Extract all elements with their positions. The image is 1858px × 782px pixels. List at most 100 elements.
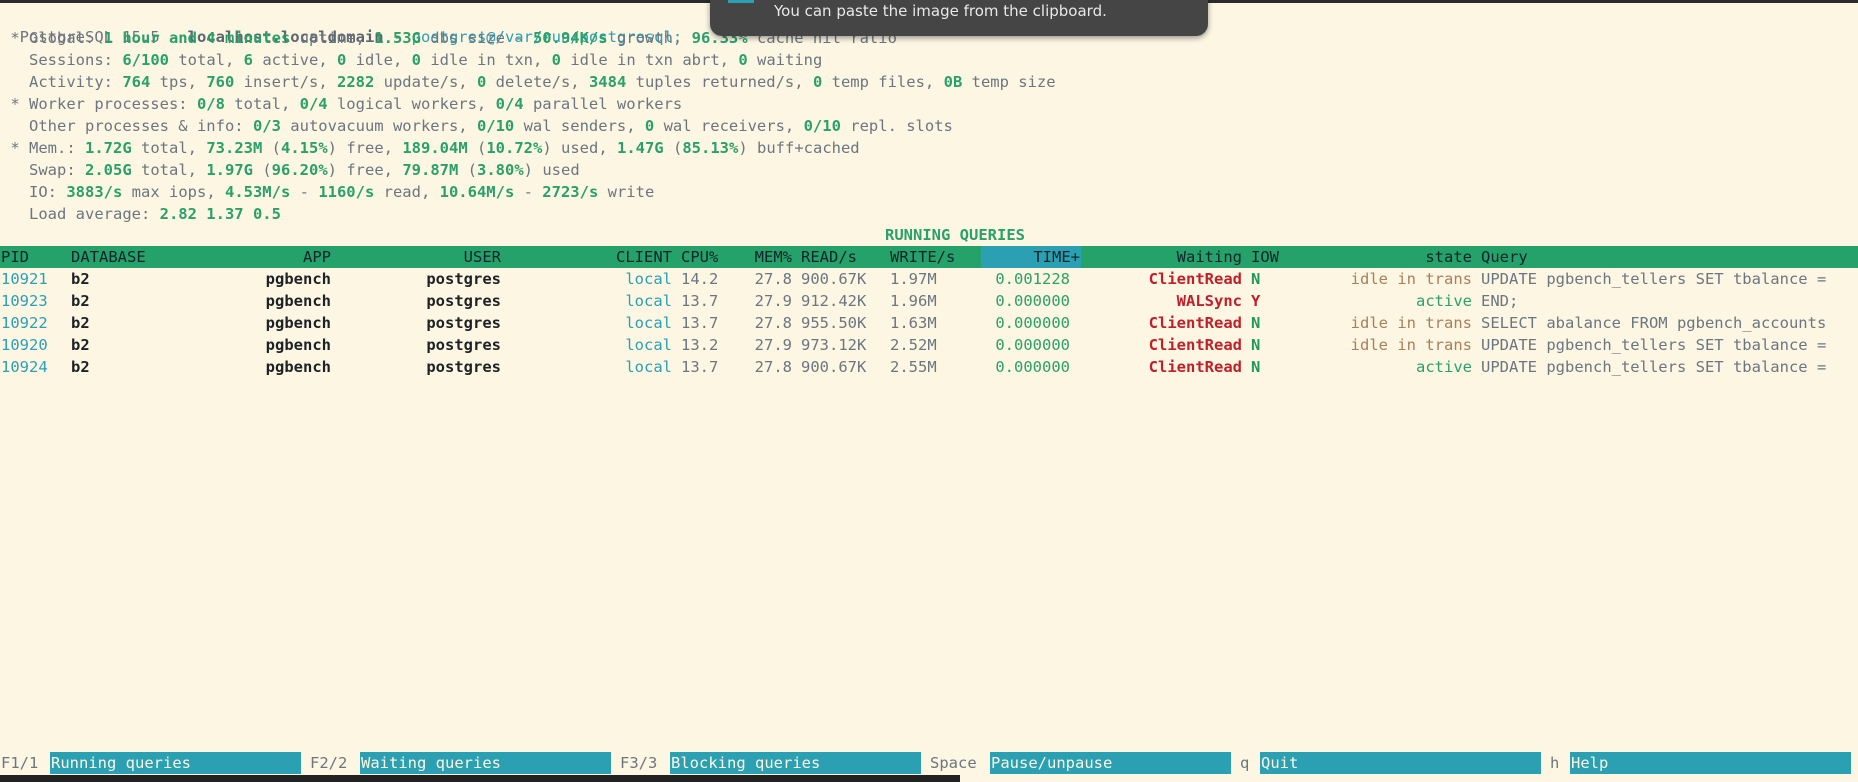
table-row[interactable]: 10924 b2 pgbench postgres local 13.7 27.… bbox=[0, 356, 1858, 378]
waiting: ClientRead bbox=[1148, 314, 1242, 332]
col-query[interactable]: Query bbox=[1481, 246, 1528, 268]
mem-free: 73.23M bbox=[206, 139, 263, 157]
swap-line: Swap: 2.05G total, 1.97G (96.20%) free, … bbox=[1, 159, 580, 181]
label: wal senders, bbox=[514, 117, 645, 135]
swap-free: 1.97G bbox=[206, 161, 253, 179]
query: UPDATE pgbench_tellers SET tbalance = bbox=[1481, 270, 1827, 288]
col-database[interactable]: DATABASE bbox=[71, 246, 146, 268]
function-key-bar: F1/1 Running queries F2/2 Waiting querie… bbox=[0, 752, 1858, 774]
user: postgres bbox=[426, 270, 501, 288]
app: pgbench bbox=[265, 358, 331, 376]
col-app[interactable]: APP bbox=[200, 246, 331, 268]
label: ( bbox=[253, 161, 272, 179]
wal-receivers-value: 0 bbox=[644, 117, 655, 135]
state: active bbox=[1416, 358, 1472, 376]
swap-used-pct: 3.80% bbox=[477, 161, 524, 179]
sessions-line: Sessions: 6/100 total, 6 active, 0 idle,… bbox=[1, 49, 822, 71]
f1-key: F1/1 bbox=[1, 754, 39, 772]
col-read[interactable]: READ/s bbox=[801, 246, 857, 268]
label: waiting bbox=[747, 51, 823, 69]
label: ( bbox=[467, 139, 487, 157]
label: total, bbox=[169, 51, 244, 69]
notification-icon bbox=[728, 0, 754, 3]
activity-line: Activity: 764 tps, 760 insert/s, 2282 up… bbox=[1, 71, 1056, 93]
time: 0.000000 bbox=[995, 336, 1070, 354]
user: postgres bbox=[426, 358, 501, 376]
label: uptime, bbox=[290, 29, 375, 47]
app: pgbench bbox=[265, 314, 331, 332]
write-bandwidth: 10.64M/s bbox=[439, 183, 515, 201]
col-waiting[interactable]: Waiting bbox=[1100, 246, 1242, 268]
table-row[interactable]: 10921 b2 pgbench postgres local 14.2 27.… bbox=[0, 268, 1858, 290]
uptime-value: 1 hour and 4 minutes bbox=[103, 29, 291, 47]
label: total, bbox=[131, 139, 207, 157]
label: Other processes & info: bbox=[1, 117, 253, 135]
client: local bbox=[625, 358, 672, 376]
label: dbs size - bbox=[420, 29, 533, 47]
running-queries-button[interactable]: Running queries bbox=[50, 752, 301, 774]
write: 1.96M bbox=[890, 292, 937, 310]
pid: 10923 bbox=[1, 292, 48, 310]
database: b2 bbox=[71, 270, 90, 288]
table-row[interactable]: 10923 b2 pgbench postgres local 13.7 27.… bbox=[0, 290, 1858, 312]
col-mem[interactable]: MEM% bbox=[740, 246, 792, 268]
max-iops: 3883/s bbox=[66, 183, 123, 201]
label: ) free, bbox=[327, 161, 403, 179]
app: pgbench bbox=[265, 270, 331, 288]
label: repl. slots bbox=[840, 117, 953, 135]
tuples-value: 3484 bbox=[588, 73, 627, 91]
waiting: WALSync bbox=[1176, 292, 1242, 310]
col-time-sorted[interactable]: TIME+ bbox=[981, 246, 1081, 268]
table-row[interactable]: 10920 b2 pgbench postgres local 13.2 27.… bbox=[0, 334, 1858, 356]
help-button[interactable]: Help bbox=[1570, 752, 1851, 774]
col-state[interactable]: state bbox=[1300, 246, 1472, 268]
state: idle in trans bbox=[1350, 270, 1472, 288]
table-row[interactable]: 10922 b2 pgbench postgres local 13.7 27.… bbox=[0, 312, 1858, 334]
iow: Y bbox=[1251, 292, 1261, 310]
waiting-queries-button[interactable]: Waiting queries bbox=[360, 752, 611, 774]
col-iow[interactable]: IOW bbox=[1251, 246, 1279, 268]
label: Sessions: bbox=[1, 51, 123, 69]
label: wal receivers, bbox=[654, 117, 804, 135]
label: read, bbox=[374, 183, 440, 201]
label: Load average: bbox=[1, 205, 160, 223]
temp-size-value: 0B bbox=[943, 73, 963, 91]
user: postgres bbox=[426, 292, 501, 310]
sessions-active: 6 bbox=[243, 51, 253, 69]
query: UPDATE pgbench_tellers SET tbalance = bbox=[1481, 336, 1827, 354]
clipboard-notification[interactable]: You can paste the image from the clipboa… bbox=[710, 0, 1208, 36]
q-key: q bbox=[1240, 754, 1250, 772]
swap-free-pct: 96.20% bbox=[271, 161, 328, 179]
mem: 27.9 bbox=[754, 292, 792, 310]
read: 955.50K bbox=[801, 314, 867, 332]
read-bandwidth: 4.53M/s bbox=[224, 183, 291, 201]
col-pid[interactable]: PID bbox=[1, 246, 29, 268]
parallel-workers: 0/4 bbox=[495, 95, 524, 113]
read: 900.67K bbox=[801, 358, 867, 376]
label: update/s, bbox=[374, 73, 477, 91]
iow: N bbox=[1251, 336, 1261, 354]
pause-button[interactable]: Pause/unpause bbox=[990, 752, 1231, 774]
label: ( bbox=[262, 139, 281, 157]
col-client[interactable]: CLIENT bbox=[580, 246, 672, 268]
app: pgbench bbox=[265, 292, 331, 310]
label: active, bbox=[253, 51, 337, 69]
label: temp files, bbox=[822, 73, 944, 91]
mem-buff-pct: 85.13% bbox=[682, 139, 739, 157]
write-ops: 2723/s bbox=[542, 183, 599, 201]
state: idle in trans bbox=[1350, 336, 1472, 354]
write: 1.97M bbox=[890, 270, 937, 288]
logical-workers: 0/4 bbox=[299, 95, 328, 113]
label: idle, bbox=[346, 51, 412, 69]
label: idle in txn abrt, bbox=[561, 51, 739, 69]
label: parallel workers bbox=[523, 95, 683, 113]
quit-button[interactable]: Quit bbox=[1260, 752, 1541, 774]
blocking-queries-button[interactable]: Blocking queries bbox=[670, 752, 921, 774]
wal-senders-value: 0/10 bbox=[476, 117, 515, 135]
col-write[interactable]: WRITE/s bbox=[890, 246, 955, 268]
col-cpu[interactable]: CPU% bbox=[681, 246, 718, 268]
growth-value: 50.94K/s bbox=[532, 29, 608, 47]
cpu: 13.7 bbox=[681, 314, 719, 332]
col-user[interactable]: USER bbox=[400, 246, 501, 268]
database: b2 bbox=[71, 336, 90, 354]
